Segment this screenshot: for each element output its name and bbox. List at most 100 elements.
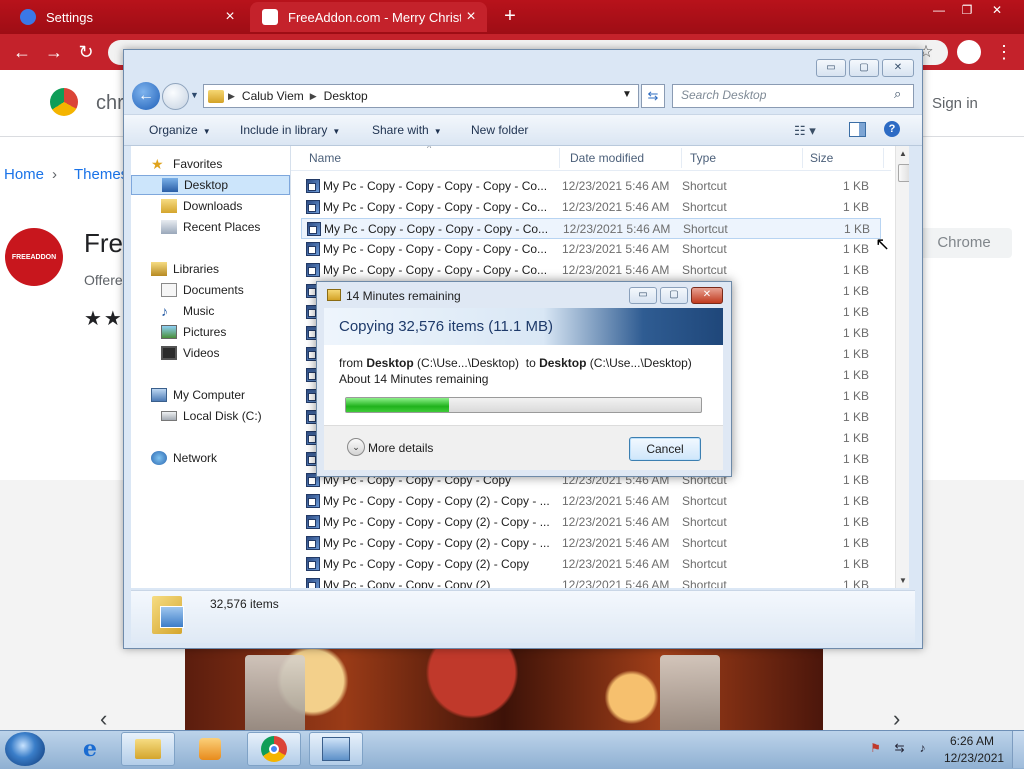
cancel-button[interactable]: Cancel [629, 437, 701, 461]
scrollbar-thumb[interactable] [898, 164, 909, 182]
address-segment-desktop[interactable]: Desktop [324, 89, 368, 103]
tab-settings[interactable]: Settings × [8, 2, 246, 32]
vertical-scrollbar[interactable] [895, 146, 909, 588]
star-icon: ★ [151, 156, 164, 172]
tab-settings-close-icon[interactable]: × [220, 8, 240, 26]
web-store-logo-icon[interactable] [50, 88, 78, 116]
source-name[interactable]: Desktop [366, 356, 413, 370]
destination-name[interactable]: Desktop [539, 356, 586, 370]
new-folder-button[interactable]: New folder [471, 123, 528, 137]
tab-freeaddon[interactable]: FreeAddon.com - Merry Christmas × [250, 2, 487, 32]
expand-chevron-icon[interactable]: ⌄ [347, 438, 365, 456]
nav-desktop[interactable]: Desktop [131, 175, 290, 195]
file-row[interactable]: My Pc - Copy - Copy - Copy - Copy - Co..… [301, 176, 881, 197]
share-label: Share with [372, 123, 429, 137]
explorer-minimize-button[interactable]: ▭ [816, 59, 846, 77]
breadcrumb-arrow-icon[interactable]: ▶ [228, 91, 235, 102]
tab-freeaddon-close-icon[interactable]: × [461, 8, 481, 26]
nav-libraries[interactable]: Libraries [131, 259, 310, 279]
show-desktop-button[interactable] [1012, 731, 1024, 768]
shortcut-icon [306, 179, 320, 193]
column-divider[interactable] [883, 148, 884, 168]
browser-forward-button[interactable]: → [42, 40, 66, 64]
documents-icon [161, 283, 177, 297]
dialog-minimize-button[interactable]: ▭ [629, 287, 657, 304]
help-icon[interactable]: ? [884, 121, 900, 137]
column-name[interactable]: Name [309, 151, 341, 165]
column-type[interactable]: Type [690, 151, 716, 165]
explorer-maximize-button[interactable]: ▢ [849, 59, 879, 77]
file-type: Shortcut [682, 179, 727, 193]
organize-menu[interactable]: Organize ▼ [149, 123, 211, 137]
nav-network[interactable]: Network [131, 448, 310, 468]
add-to-chrome-button[interactable]: Chrome [916, 228, 1012, 258]
network-tray-icon[interactable]: ⇆ [892, 741, 907, 756]
clock-time[interactable]: 6:26 AM [950, 734, 994, 748]
browser-menu-button[interactable]: ⋮ [994, 40, 1014, 64]
profile-avatar[interactable] [957, 40, 981, 64]
dialog-maximize-button[interactable]: ▢ [660, 287, 688, 304]
breadcrumb-home[interactable]: Home [4, 166, 44, 183]
file-row[interactable]: My Pc - Copy - Copy - Copy (2) - Copy - … [301, 491, 881, 512]
chevron-down-icon: ▼ [433, 127, 442, 136]
taskbar-chrome[interactable] [247, 732, 301, 766]
tab-freeaddon-title: FreeAddon.com - Merry Christmas [288, 9, 461, 25]
nav-videos-label: Videos [183, 346, 220, 360]
recent-pages-dropdown-icon[interactable]: ▼ [190, 90, 199, 100]
column-size[interactable]: Size [810, 151, 833, 165]
explorer-back-button[interactable]: ← [132, 82, 160, 110]
preview-pane-icon[interactable] [849, 122, 866, 137]
taskbar-media-player[interactable] [183, 732, 237, 766]
explorer-forward-button[interactable] [162, 83, 189, 110]
file-row[interactable]: My Pc - Copy - Copy - Copy - Copy - Co..… [301, 197, 881, 218]
file-row[interactable]: My Pc - Copy - Copy - Copy (2) 12/23/2021… [301, 575, 881, 588]
column-date-modified[interactable]: Date modified [570, 151, 644, 165]
refresh-button[interactable]: ⇆ [641, 84, 665, 108]
start-button-windows-icon[interactable] [5, 732, 45, 766]
explorer-address-bar[interactable]: ▶ Calub Viem ▶ Desktop [203, 84, 639, 108]
sign-in-link[interactable]: Sign in [932, 95, 978, 112]
column-divider[interactable] [681, 148, 682, 168]
browser-reload-button[interactable]: ↻ [74, 40, 98, 64]
clock-date[interactable]: 12/23/2021 [944, 751, 1004, 765]
taskbar-windows-explorer[interactable] [121, 732, 175, 766]
scroll-up-arrow-icon[interactable]: ▲ [899, 149, 907, 158]
file-row[interactable]: My Pc - Copy - Copy - Copy - Copy - Co..… [301, 260, 881, 281]
new-tab-button[interactable]: + [498, 4, 522, 28]
file-row[interactable]: My Pc - Copy - Copy - Copy (2) - Copy - … [301, 533, 881, 554]
browser-close-button[interactable]: ✕ [982, 2, 1012, 20]
share-with-menu[interactable]: Share with ▼ [372, 123, 442, 137]
file-row[interactable]: My Pc - Copy - Copy - Copy - Copy - Co..… [301, 239, 881, 260]
browser-maximize-button[interactable]: ❐ [952, 2, 982, 20]
browser-back-button[interactable]: ← [10, 40, 34, 64]
address-segment-user[interactable]: Calub Viem [242, 89, 304, 103]
search-icon[interactable]: ⌕ [894, 86, 901, 102]
include-in-library-menu[interactable]: Include in library ▼ [240, 123, 340, 137]
more-details-toggle[interactable]: More details [368, 441, 433, 455]
carousel-next-icon[interactable]: › [893, 706, 900, 732]
breadcrumb-themes[interactable]: Themes [74, 166, 128, 183]
column-divider[interactable] [802, 148, 803, 168]
breadcrumb-arrow-icon[interactable]: ▶ [310, 91, 317, 102]
taskbar-copy-progress[interactable] [309, 732, 363, 766]
file-row[interactable]: My Pc - Copy - Copy - Copy (2) - Copy - … [301, 512, 881, 533]
change-view-icon[interactable]: ☷ ▾ [794, 123, 816, 139]
shortcut-icon [306, 242, 320, 256]
scroll-down-arrow-icon[interactable]: ▼ [899, 576, 907, 585]
browser-minimize-button[interactable]: — [924, 2, 954, 20]
nav-my-computer[interactable]: My Computer [131, 385, 310, 405]
file-row[interactable]: My Pc - Copy - Copy - Copy (2) - Copy 12/… [301, 554, 881, 575]
address-dropdown-icon[interactable]: ▼ [622, 89, 632, 100]
network-icon [151, 451, 167, 465]
action-center-flag-icon[interactable]: ⚑ [868, 741, 883, 756]
file-row[interactable]: My Pc - Copy - Copy - Copy - Copy - Co..… [301, 218, 881, 239]
explorer-close-button[interactable]: ✕ [882, 59, 914, 77]
column-divider[interactable] [559, 148, 560, 168]
volume-icon[interactable]: ♪ [915, 741, 930, 756]
destination-path: (C:\Use...\Desktop) [589, 356, 692, 370]
dialog-close-button[interactable]: ✕ [691, 287, 723, 304]
carousel-prev-icon[interactable]: ‹ [100, 706, 107, 732]
nav-favorites[interactable]: ★ Favorites [131, 154, 310, 174]
lantern-decoration [660, 655, 720, 730]
taskbar-internet-explorer[interactable]: e [63, 732, 117, 766]
